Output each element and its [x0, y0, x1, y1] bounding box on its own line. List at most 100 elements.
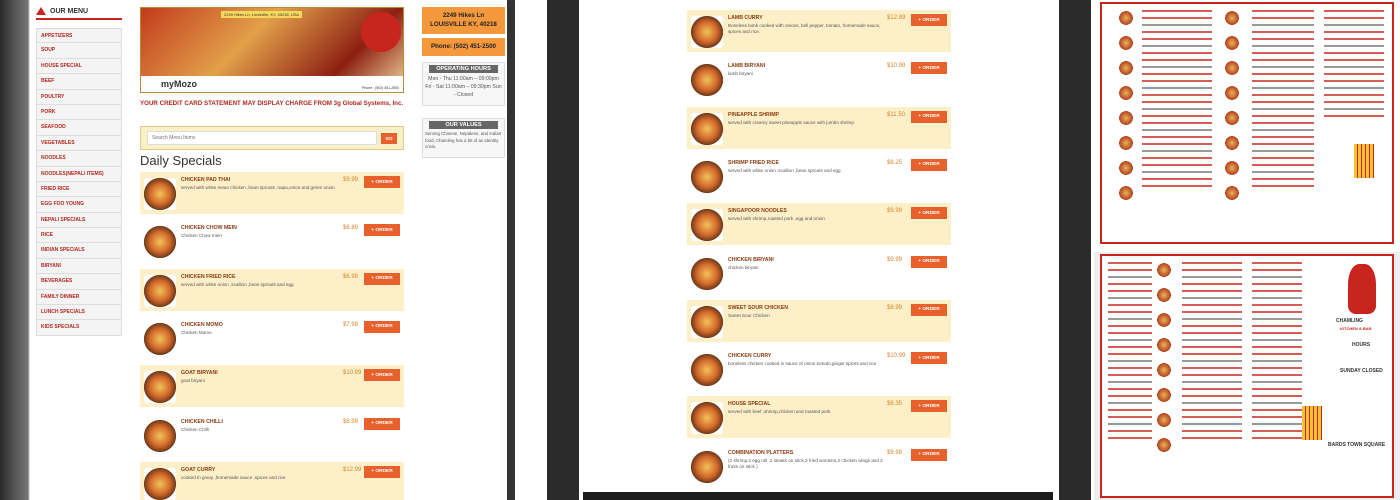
phone-box[interactable]: Phone: (502) 451-2500: [422, 38, 505, 56]
our-values-box: OUR VALUES Serving Chinese, Nepalese, an…: [422, 118, 505, 158]
dish-price: $12.99: [343, 466, 362, 473]
dish-name[interactable]: GOAT BIRYANI: [181, 370, 218, 376]
sidebar-item-pork[interactable]: PORK: [36, 104, 122, 121]
dish-description: served with creamy sweet pineapple sauce…: [728, 119, 854, 125]
menu-board-frame: [1100, 2, 1394, 244]
order-button[interactable]: + ORDER: [911, 14, 947, 26]
sidebar-item-seafood[interactable]: SEAFOOD: [36, 120, 122, 136]
sidebar-item-beverages[interactable]: BEVERAGES: [36, 274, 122, 290]
sidebar-item-fried-rice[interactable]: FRIED RICE: [36, 181, 122, 198]
dish-photo[interactable]: [691, 160, 723, 193]
order-button[interactable]: + ORDER: [364, 272, 400, 285]
sidebar-item-biryani[interactable]: BIRYANI: [36, 258, 122, 275]
dish-photo[interactable]: [691, 402, 723, 435]
dish-description: served with white onion ,scallion ,bean …: [728, 167, 841, 173]
sidebar-item-noodles[interactable]: NOODLES: [36, 151, 122, 167]
chamling-logo-emblem: [1348, 264, 1376, 314]
dish-photo[interactable]: [691, 64, 723, 97]
dish-photo[interactable]: [691, 257, 723, 290]
dish-price: $8.25: [887, 159, 903, 166]
sidebar-item-lunch-specials[interactable]: LUNCH SPECIALS: [36, 305, 122, 321]
sidebar-item-beef[interactable]: BEEF: [36, 74, 122, 90]
dish-description: cooked in gravy ,homemade sauce ,spices …: [181, 474, 286, 480]
sidebar-item-rice[interactable]: RICE: [36, 228, 122, 244]
sidebar-item-house-special[interactable]: HOUSE SPECIAL: [36, 58, 122, 75]
order-button[interactable]: + ORDER: [364, 369, 400, 382]
menu-page-panel-middle: LAMB CURRY Boneless lamb cooked with onio…: [547, 0, 1091, 500]
dish-photo[interactable]: [144, 274, 176, 307]
menu-search-bar: GO: [140, 126, 404, 150]
dish-photo[interactable]: [691, 450, 723, 483]
address-box: 2249 Hikes Ln LOUISVILLE KY, 40218: [422, 7, 505, 34]
order-button[interactable]: + ORDER: [911, 400, 947, 413]
sidebar-item-indian-specials[interactable]: INDIAN SPECIALS: [36, 243, 122, 259]
order-button[interactable]: + ORDER: [911, 62, 947, 75]
dish-photo[interactable]: [691, 16, 723, 48]
sidebar-item-egg-foo-young[interactable]: EGG FOO YOUNG: [36, 197, 122, 213]
order-button[interactable]: + ORDER: [911, 207, 947, 220]
sidebar-item-kids-specials[interactable]: KIDS SPECIALS: [36, 320, 122, 336]
dish-name[interactable]: COMBINATION PLATTERS: [728, 450, 793, 456]
dish-name[interactable]: CHICKEN BIRYANI: [728, 257, 774, 263]
sidebar-item-soup[interactable]: SOUP: [36, 43, 122, 59]
dish-price: $6.89: [343, 225, 359, 232]
photo-menu-logo-sub: KITCHEN & BAR: [1340, 326, 1372, 331]
dish-name[interactable]: CHICKEN MOMO: [181, 322, 223, 328]
order-button[interactable]: + ORDER: [364, 465, 400, 478]
dish-photo[interactable]: [691, 305, 723, 338]
dish-photo[interactable]: [691, 354, 723, 387]
order-button[interactable]: + ORDER: [364, 176, 400, 188]
dish-name[interactable]: SINGAPOOR NOODLES: [728, 208, 787, 214]
restaurant-banner: 2249 Hikes Ln, Louisville, KY, 40218, US…: [140, 7, 404, 93]
values-text: Serving Chinese, Nepalese, and Indian fo…: [425, 131, 502, 149]
menu-icon: [36, 7, 46, 15]
sidebar-item-appetizers[interactable]: APPETIZERS: [36, 28, 122, 44]
dish-photo[interactable]: [144, 419, 176, 452]
search-input[interactable]: [147, 131, 377, 145]
sidebar-item-vegetables[interactable]: VEGETABLES: [36, 135, 122, 152]
dish-description: Chicken Momo: [181, 329, 212, 335]
dish-price: $8.99: [887, 304, 903, 311]
address-line1: 2249 Hikes Ln: [442, 12, 485, 19]
sidebar-item-nepali-specials[interactable]: NEPALI SPECIALS: [36, 212, 122, 229]
photo-menu-plaza: BARDS TOWN SQUARE: [1328, 442, 1386, 448]
dish-photo[interactable]: [144, 322, 176, 355]
daily-specials-heading: Daily Specials: [140, 153, 222, 168]
order-button[interactable]: + ORDER: [911, 255, 947, 268]
dish-name[interactable]: GOAT CURRY: [181, 467, 215, 473]
dish-photo[interactable]: [144, 178, 176, 210]
dish-photo[interactable]: [691, 112, 723, 145]
dish-name[interactable]: CHICKEN CHOW MEIN: [181, 225, 237, 231]
dish-name[interactable]: PINEAPPLE SHRIMP: [728, 112, 779, 118]
sidebar-item-family-dinner[interactable]: FAMILY DINNER: [36, 289, 122, 306]
dish-photo[interactable]: [144, 467, 176, 500]
dish-photo[interactable]: [144, 371, 176, 404]
dish-name[interactable]: CHICKEN PAD THAI: [181, 177, 230, 183]
dish-name[interactable]: CHICKEN CURRY: [728, 353, 771, 359]
order-button[interactable]: + ORDER: [911, 158, 947, 171]
search-go-button[interactable]: GO: [381, 132, 397, 144]
dish-name[interactable]: HOUSE SPECIAL: [728, 401, 770, 407]
dish-name[interactable]: LAMB BIRYANI: [728, 63, 765, 69]
order-button[interactable]: + ORDER: [911, 110, 947, 123]
dish-photo[interactable]: [691, 209, 723, 242]
order-button[interactable]: + ORDER: [911, 448, 947, 461]
dish-description: served with white onion ,scallion ,bean …: [181, 281, 294, 287]
order-button[interactable]: + ORDER: [911, 352, 947, 365]
dish-price: $10.99: [343, 370, 362, 377]
dish-name[interactable]: SWEET SOUR CHICKEN: [728, 305, 788, 311]
order-button[interactable]: + ORDER: [364, 224, 400, 237]
menu-page-panel-left: OUR MENU APPETIZERS SOUP HOUSE SPECIAL BEEF…: [0, 0, 515, 500]
dish-name[interactable]: CHICKEN FRIED RICE: [181, 274, 235, 280]
sidebar-item-poultry[interactable]: POULTRY: [36, 89, 122, 105]
order-button[interactable]: + ORDER: [364, 417, 400, 430]
dish-name[interactable]: CHICKEN CHILLI: [181, 419, 223, 425]
dish-photo[interactable]: [144, 226, 176, 259]
panel-divider: [515, 0, 547, 500]
sidebar-item-noodles-nepali-items[interactable]: NOODLES(NEPALI ITEMS): [36, 166, 122, 182]
order-button[interactable]: + ORDER: [364, 320, 400, 333]
order-button[interactable]: + ORDER: [911, 303, 947, 316]
menu-item-card: CHICKEN MOMO Chicken Momo $7.99 + ORDER: [140, 317, 404, 359]
dish-name[interactable]: SHRIMP FRIED RICE: [728, 160, 779, 166]
dish-name[interactable]: LAMB CURRY: [728, 15, 763, 21]
